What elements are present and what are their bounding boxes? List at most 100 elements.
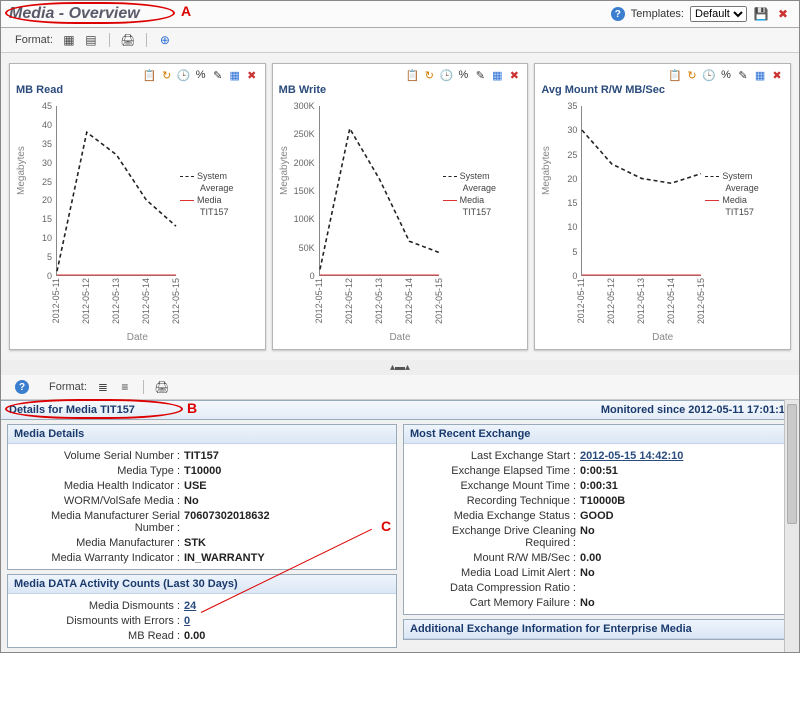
kv-row: Volume Serial Number :TIT157 [14,448,390,463]
kv-row: Media Type :T10000 [14,463,390,478]
y-tick: 10 [567,222,577,232]
chart-type-icon[interactable]: ▦ [228,68,242,82]
copy-icon[interactable]: 📋 [668,68,682,82]
copy-icon[interactable]: 📋 [405,68,419,82]
close-icon[interactable]: ✖ [770,68,784,82]
kv-key: Exchange Drive Cleaning Required : [410,525,580,549]
splitter-handle[interactable]: ▴▬▴ [1,360,799,375]
refresh-icon[interactable]: ↻ [160,68,174,82]
x-tick: 2012-05-11 [51,278,61,323]
list-view-icon[interactable]: ≣ [95,379,111,395]
x-tick: 2012-05-15 [434,278,444,324]
percent-icon[interactable]: % [719,68,733,82]
print-icon[interactable]: 🖨 [154,379,170,395]
edit-icon[interactable]: ✎ [211,68,225,82]
print-icon[interactable]: 🖨 [120,32,136,48]
kv-value: 0:00:51 [580,465,618,477]
exchange-heading: Most Recent Exchange [404,425,792,444]
x-tick: 2012-05-11 [576,278,586,323]
kv-key: Volume Serial Number : [14,450,184,462]
y-tick: 50K [299,243,315,253]
add-panel-icon[interactable]: ⊕ [157,32,173,48]
chart-panel: 📋↻🕒%✎▦✖Avg Mount R/W MB/SecMegabytes0510… [534,63,791,350]
y-tick: 250K [294,129,315,139]
save-template-icon[interactable]: 💾 [753,6,769,22]
kv-row: Data Compression Ratio : [410,580,786,595]
page-header: Media - Overview ? Templates: Default 💾 … [1,1,799,28]
charts-row: 📋↻🕒%✎▦✖MB ReadMegabytes05101520253035404… [1,53,799,360]
help-icon[interactable]: ? [611,7,625,21]
chart-type-icon[interactable]: ▦ [753,68,767,82]
kv-value[interactable]: 24 [184,600,196,612]
percent-icon[interactable]: % [194,68,208,82]
kv-key: Exchange Elapsed Time : [410,465,580,477]
help-icon[interactable]: ? [15,380,29,394]
grid-view-icon[interactable]: ▦ [61,32,77,48]
kv-row: Exchange Elapsed Time :0:00:51 [410,463,786,478]
monitored-since: Monitored since 2012-05-11 17:01:16 [601,404,791,416]
kv-row: Media Exchange Status :GOOD [410,508,786,523]
kv-row: Media Health Indicator :USE [14,478,390,493]
y-tick: 15 [567,198,577,208]
y-tick: 20 [567,174,577,184]
refresh-icon[interactable]: ↻ [685,68,699,82]
percent-icon[interactable]: % [456,68,470,82]
chart-type-icon[interactable]: ▦ [490,68,504,82]
kv-value[interactable]: 2012-05-15 14:42:10 [580,450,683,462]
callout-b-label: B [187,400,197,416]
kv-row: Recording Technique :T10000B [410,493,786,508]
history-icon[interactable]: 🕒 [177,68,191,82]
kv-key: Data Compression Ratio : [410,582,580,594]
kv-row: Media Manufacturer Serial Number :706073… [14,508,390,535]
x-tick: 2012-05-14 [404,278,414,324]
history-icon[interactable]: 🕒 [702,68,716,82]
templates-select[interactable]: Default [690,6,747,22]
kv-value: T10000B [580,495,625,507]
y-tick: 5 [47,252,52,262]
activity-heading: Media DATA Activity Counts (Last 30 Days… [8,575,396,594]
vertical-scrollbar[interactable] [784,400,799,652]
y-tick: 20 [42,195,52,205]
delete-template-icon[interactable]: ✖ [775,6,791,22]
kv-key: Exchange Mount Time : [410,480,580,492]
compact-view-icon[interactable]: ≡ [117,379,133,395]
x-tick: 2012-05-13 [374,278,384,324]
x-axis-label: Date [279,332,522,343]
y-tick: 30 [42,158,52,168]
kv-value: 0:00:31 [580,480,618,492]
x-tick: 2012-05-15 [171,278,181,324]
kv-row: MB Read :0.00 [14,628,390,643]
media-details-heading: Media Details [8,425,396,444]
callout-a-label: A [181,3,191,19]
kv-value: GOOD [580,510,614,522]
edit-icon[interactable]: ✎ [473,68,487,82]
x-tick: 2012-05-12 [344,278,354,324]
close-icon[interactable]: ✖ [507,68,521,82]
y-tick: 10 [42,233,52,243]
y-tick: 5 [572,247,577,257]
edit-icon[interactable]: ✎ [736,68,750,82]
row-view-icon[interactable]: ▤ [83,32,99,48]
kv-key: Cart Memory Failure : [410,597,580,609]
copy-icon[interactable]: 📋 [143,68,157,82]
x-axis-label: Date [16,332,259,343]
x-tick: 2012-05-11 [314,278,324,323]
history-icon[interactable]: 🕒 [439,68,453,82]
kv-value: No [580,567,595,579]
templates-label: Templates: [631,8,684,20]
x-axis-label: Date [541,332,784,343]
kv-key: Media Manufacturer : [14,537,184,549]
x-tick: 2012-05-13 [636,278,646,324]
kv-row: Exchange Drive Cleaning Required :No [410,523,786,550]
refresh-icon[interactable]: ↻ [422,68,436,82]
chart-legend: SystemAverageMediaTIT157 [705,170,758,218]
chart-legend: SystemAverageMediaTIT157 [180,170,233,218]
y-tick: 300K [294,101,315,111]
x-tick: 2012-05-14 [141,278,151,324]
kv-value[interactable]: 0 [184,615,190,627]
chart-panel: 📋↻🕒%✎▦✖MB WriteMegabytes050K100K150K200K… [272,63,529,350]
close-icon[interactable]: ✖ [245,68,259,82]
kv-value: IN_WARRANTY [184,552,265,564]
kv-value: TIT157 [184,450,219,462]
x-tick: 2012-05-12 [81,278,91,324]
